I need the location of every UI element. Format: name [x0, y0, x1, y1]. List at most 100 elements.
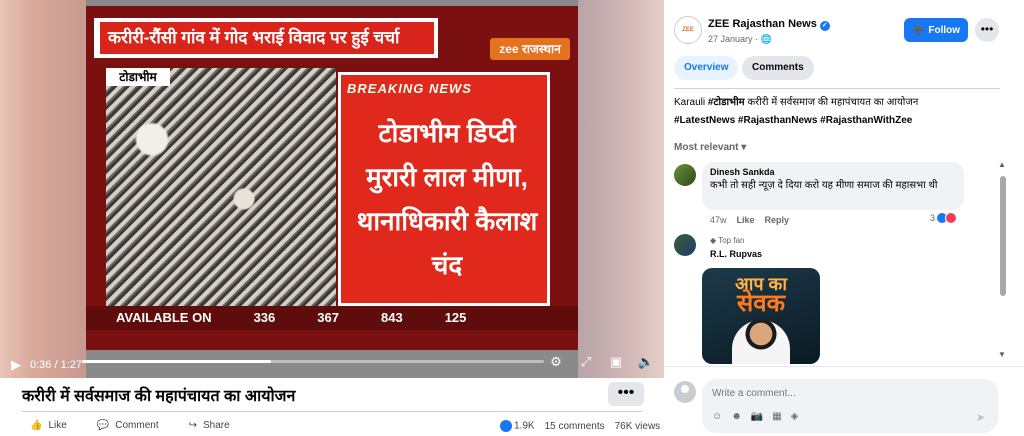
- more-options-button[interactable]: •••: [608, 382, 644, 406]
- comment-composer[interactable]: ☺ ☻ 📷 ▦ ◈ ➤: [702, 379, 998, 433]
- hashtags[interactable]: #LatestNews #RajasthanNews #RajasthanWit…: [674, 115, 912, 126]
- tab-comments[interactable]: Comments: [742, 56, 814, 80]
- comment-meta: 47w Like Reply: [710, 215, 789, 225]
- breaking-news-panel: BREAKING NEWS टोडाभीम डिप्टी मुरारी लाल …: [338, 72, 550, 306]
- reactions-count[interactable]: 1.9K: [500, 420, 535, 432]
- hashtag-link[interactable]: #टोडाभीम: [708, 97, 745, 108]
- sticker-line-big: सेवक: [737, 290, 785, 317]
- video-headline: करीरी-रौंसी गांव में गोद भराई विवाद पर ह…: [100, 22, 434, 54]
- play-icon[interactable]: ▶: [8, 357, 24, 373]
- share-arrow-icon: ↪: [188, 420, 198, 431]
- comment-sticker-image[interactable]: आप का सेवक: [702, 268, 820, 364]
- sort-label: Most relevant: [674, 142, 739, 153]
- composer-tools: ☺ ☻ 📷 ▦ ◈: [712, 411, 798, 422]
- ticker-item: 843: [380, 310, 403, 325]
- video-frame[interactable]: करीरी-रौंसी गांव में गोद भराई विवाद पर ह…: [86, 6, 578, 350]
- comment-sort-dropdown[interactable]: Most relevant ▾: [674, 142, 746, 153]
- write-comment-area: ☺ ☻ 📷 ▦ ◈ ➤: [664, 366, 1024, 436]
- follow-label: Follow: [928, 24, 961, 36]
- progress-bar[interactable]: [82, 360, 544, 363]
- blurred-backdrop-right: [578, 0, 664, 378]
- tab-overview[interactable]: Overview: [674, 56, 739, 80]
- sticker-text: आप का सेवक: [702, 274, 820, 317]
- blurred-backdrop-left: [0, 0, 86, 378]
- current-time: 0:36: [30, 359, 52, 371]
- breaking-news-label: BREAKING NEWS: [347, 81, 472, 96]
- gear-icon[interactable]: ⚙: [548, 354, 564, 370]
- reactions-count-value: 1.9K: [514, 420, 535, 432]
- post-date[interactable]: 27 January · 🌐: [708, 34, 772, 45]
- comment-bubble: Dinesh Sankda कभी तो सही न्यूज़ दे दिया …: [702, 162, 964, 210]
- thumbs-up-icon: 👍: [30, 420, 43, 431]
- share-button[interactable]: ↪ Share: [189, 420, 230, 431]
- caption-text: करीरी में सर्वसमाज की महापंचायत का आयोजन: [747, 97, 919, 108]
- duration: 1:27: [60, 359, 83, 371]
- expand-icon[interactable]: ⤢: [578, 354, 594, 370]
- camera-icon[interactable]: 📷: [751, 411, 763, 422]
- verified-badge-icon: ✓: [819, 21, 830, 31]
- chevron-down-icon: ▾: [741, 142, 747, 153]
- action-bar: 👍 Like 💬 Comment ↪ Share: [30, 420, 230, 431]
- post-date-text: 27 January: [708, 34, 753, 44]
- follow-icon: ➕: [911, 24, 925, 36]
- comment-like-button[interactable]: Like: [737, 215, 755, 225]
- comments-count[interactable]: 15 comments: [545, 421, 605, 432]
- post-menu-button[interactable]: •••: [975, 18, 999, 42]
- share-label: Share: [203, 420, 230, 431]
- comment-input[interactable]: [712, 385, 982, 401]
- post-caption: Karauli #टोडाभीम करीरी में सर्वसमाज की म…: [674, 94, 994, 130]
- caption-lead: Karauli: [674, 97, 706, 108]
- comment-label: Comment: [115, 420, 159, 431]
- ticker-bar: AVAILABLE ON 336 367 843 125: [86, 306, 578, 330]
- love-reaction-icon: [945, 212, 958, 224]
- crowd-footage: [106, 68, 336, 306]
- top-fan-label: Top fan: [718, 236, 745, 245]
- ticker-item: AVAILABLE ON: [116, 310, 212, 325]
- divider: [22, 411, 642, 412]
- progress-fill: [82, 360, 272, 363]
- video-player[interactable]: करीरी-रौंसी गांव में गोद भराई विवाद पर ह…: [0, 0, 664, 378]
- like-button[interactable]: 👍 Like: [30, 420, 67, 431]
- page-name[interactable]: ZEE Rajasthan News ✓: [708, 18, 830, 31]
- ticker-item: 125: [444, 310, 467, 325]
- timecode: 0:36 / 1:27: [30, 359, 83, 371]
- like-label: Like: [48, 420, 67, 431]
- comments-scrollbar[interactable]: ▲ ▼: [998, 160, 1008, 364]
- avatar-sticker-icon[interactable]: ☺: [712, 411, 722, 422]
- comment-reactions[interactable]: 3: [930, 212, 958, 224]
- scroll-thumb[interactable]: [1000, 176, 1006, 296]
- follow-button[interactable]: ➕ Follow: [904, 18, 968, 42]
- engagement-stats: 1.9K 15 comments 76K views: [500, 420, 660, 432]
- comment-button[interactable]: 💬 Comment: [97, 420, 159, 431]
- sticker-icon[interactable]: ◈: [791, 411, 799, 422]
- top-fan-badge: ◆ Top fan: [710, 236, 744, 245]
- reaction-count: 3: [930, 213, 936, 223]
- page-name-text: ZEE Rajasthan News: [708, 18, 817, 30]
- comment-author[interactable]: Dinesh Sankda: [710, 167, 956, 177]
- ticker-item: 367: [317, 310, 339, 325]
- scroll-up-arrow-icon[interactable]: ▲: [998, 160, 1006, 169]
- commenter-avatar[interactable]: [674, 234, 696, 256]
- comment-author[interactable]: R.L. Rupvas: [710, 249, 762, 259]
- page-avatar[interactable]: ZEE: [674, 16, 702, 44]
- send-icon[interactable]: ➤: [976, 411, 985, 424]
- emoji-icon[interactable]: ☻: [731, 411, 742, 422]
- user-avatar[interactable]: [674, 381, 696, 403]
- video-right-controls: ⚙ ⤢ ▣ 🔈: [548, 354, 654, 370]
- commenter-avatar[interactable]: [674, 164, 696, 186]
- scroll-down-arrow-icon[interactable]: ▼: [998, 350, 1006, 359]
- volume-icon[interactable]: 🔈: [638, 354, 654, 370]
- sticker-portrait: [732, 320, 790, 364]
- comment-reply-button[interactable]: Reply: [765, 215, 790, 225]
- post-sidebar: ZEE ZEE Rajasthan News ✓ 27 January · 🌐 ➕…: [664, 0, 1024, 436]
- comment-text: कभी तो सही न्यूज़ दे दिया करो यह मीणा सम…: [710, 180, 938, 191]
- diamond-icon: ◆: [710, 236, 717, 245]
- comment-age[interactable]: 47w: [710, 215, 727, 225]
- ticker-item: 336: [253, 310, 276, 325]
- breaking-news-text: टोडाभीम डिप्टी मुरारी लाल मीणा, थानाधिका…: [356, 118, 538, 280]
- picture-in-picture-icon[interactable]: ▣: [608, 354, 624, 370]
- like-reaction-icon: [500, 420, 512, 432]
- facebook-video-viewer: करीरी-रौंसी गांव में गोद भराई विवाद पर ह…: [0, 0, 1024, 436]
- channel-logo: zee राजस्थान: [490, 38, 570, 60]
- gif-icon[interactable]: ▦: [772, 411, 781, 422]
